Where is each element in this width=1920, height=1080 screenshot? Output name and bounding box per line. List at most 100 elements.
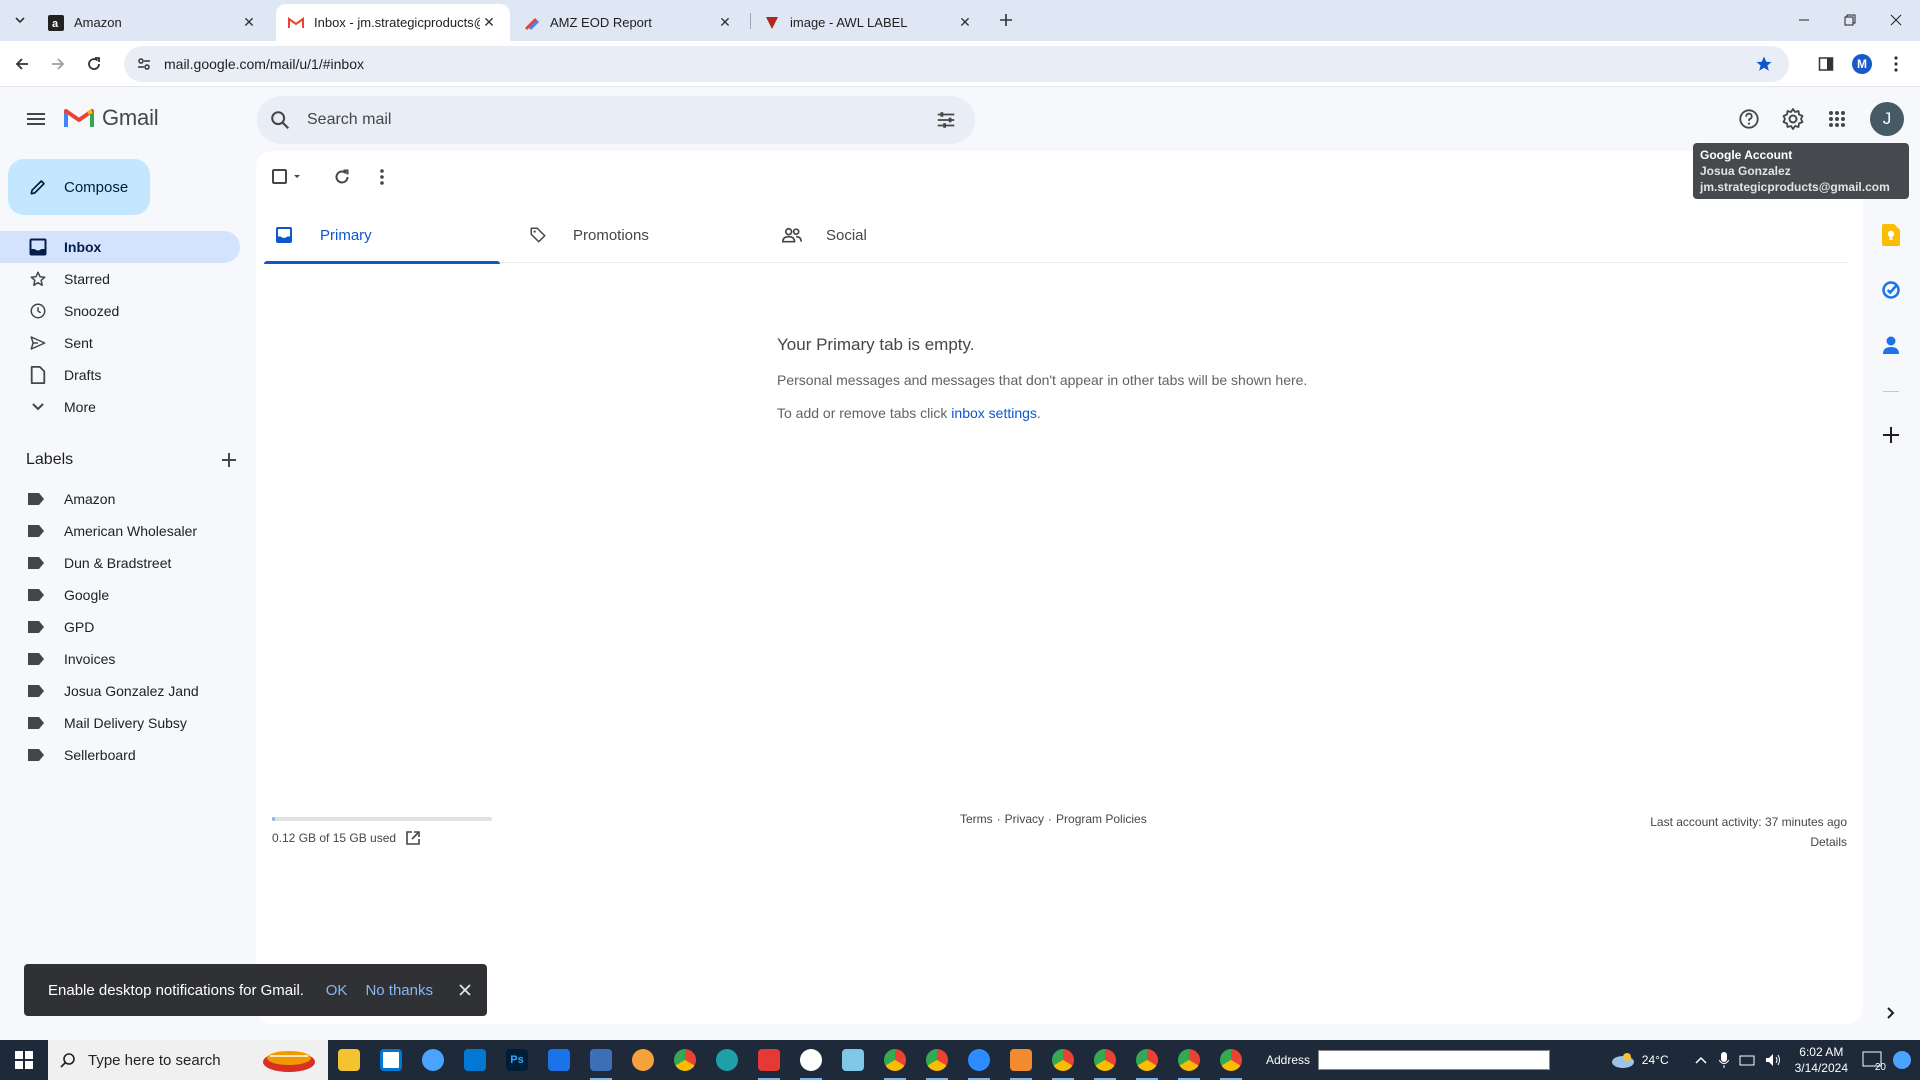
browser-tab-gmail[interactable]: Inbox - jm.strategicproducts@g ✕ [276, 4, 510, 41]
compose-button[interactable]: Compose [8, 159, 150, 215]
photoshop-icon[interactable]: Ps [496, 1040, 538, 1080]
nav-item-starred[interactable]: Starred [0, 263, 240, 295]
calculator-icon[interactable] [580, 1040, 622, 1080]
chrome-profile-4-icon[interactable] [1084, 1040, 1126, 1080]
label-item[interactable]: Sellerboard [0, 739, 240, 771]
close-tab-icon[interactable]: ✕ [716, 14, 734, 32]
chrome-profile-1-icon[interactable] [874, 1040, 916, 1080]
address-bar[interactable]: mail.google.com/mail/u/1/#inbox [124, 46, 1789, 82]
open-in-new-icon[interactable] [406, 831, 420, 845]
new-tab-button[interactable] [994, 8, 1018, 32]
select-all-checkbox[interactable] [266, 161, 310, 193]
browser-menu-button[interactable] [1882, 50, 1910, 78]
side-panel-button[interactable] [1812, 50, 1840, 78]
label-item[interactable]: Dun & Bradstreet [0, 547, 240, 579]
close-tab-icon[interactable]: ✕ [956, 14, 974, 32]
label-item[interactable]: GPD [0, 611, 240, 643]
more-actions-button[interactable] [366, 161, 398, 193]
google-apps-button[interactable] [1821, 103, 1853, 135]
address-input[interactable] [1318, 1050, 1551, 1070]
close-window-button[interactable] [1873, 0, 1919, 40]
tab-search-button[interactable] [8, 8, 32, 32]
refresh-button[interactable] [326, 161, 358, 193]
gmail-logo[interactable]: Gmail [64, 105, 159, 131]
tasks-icon[interactable] [1879, 278, 1903, 302]
get-addons-plus-icon[interactable] [1879, 423, 1903, 447]
terms-link[interactable]: Terms [960, 812, 993, 826]
weather-cloud-icon[interactable] [1610, 1051, 1636, 1069]
expand-panel-chevron-icon[interactable] [1879, 1001, 1903, 1025]
tab-primary[interactable]: Primary [264, 207, 500, 264]
search-options-icon[interactable] [935, 109, 959, 131]
reload-button[interactable] [80, 50, 108, 78]
chrome-icon[interactable] [664, 1040, 706, 1080]
chrome-profile-7-icon[interactable] [1210, 1040, 1252, 1080]
clock[interactable]: 6:02 AM 3/14/2024 [1795, 1044, 1848, 1076]
search-bar[interactable]: Search mail [257, 96, 975, 144]
program-policies-link[interactable]: Program Policies [1056, 812, 1147, 826]
tab-social[interactable]: Social [770, 207, 1006, 263]
support-button[interactable] [1733, 103, 1765, 135]
telegram-icon[interactable] [1000, 1040, 1042, 1080]
app-red-icon[interactable] [748, 1040, 790, 1080]
label-item[interactable]: American Wholesaler [0, 515, 240, 547]
chrome-profile-6-icon[interactable] [1168, 1040, 1210, 1080]
nav-item-sent[interactable]: Sent [0, 327, 240, 359]
label-item[interactable]: Invoices [0, 643, 240, 675]
close-tab-icon[interactable]: ✕ [480, 14, 498, 32]
browser-tab-amazon[interactable]: a Amazon ✕ [36, 4, 270, 41]
bookmark-star-icon[interactable] [1755, 55, 1775, 73]
chrome-profile-2-icon[interactable] [916, 1040, 958, 1080]
microphone-icon[interactable] [1718, 1052, 1729, 1068]
search-icon[interactable] [269, 109, 293, 131]
copilot-tray-icon[interactable] [1892, 1050, 1912, 1070]
paint-icon[interactable] [622, 1040, 664, 1080]
forward-button[interactable] [44, 50, 72, 78]
start-button[interactable] [0, 1040, 48, 1080]
browser-tab-awl-label[interactable]: image - AWL LABEL ✕ [752, 4, 986, 41]
settings-button[interactable] [1777, 103, 1809, 135]
back-button[interactable] [8, 50, 36, 78]
label-item[interactable]: Josua Gonzalez Jand [0, 675, 240, 707]
slack-icon[interactable] [790, 1040, 832, 1080]
store-icon[interactable] [370, 1040, 412, 1080]
inbox-settings-link[interactable]: inbox settings [951, 405, 1037, 421]
notifications-icon[interactable]: 20 [1862, 1051, 1886, 1073]
keep-icon[interactable] [1879, 223, 1903, 247]
profile-button[interactable]: M [1848, 50, 1876, 78]
copilot-icon[interactable] [412, 1040, 454, 1080]
label-item[interactable]: Mail Delivery Subsy [0, 707, 240, 739]
chrome-profile-3-icon[interactable] [1042, 1040, 1084, 1080]
browser-tab-amz-eod[interactable]: AMZ EOD Report ✕ [512, 4, 746, 41]
tab-promotions[interactable]: Promotions [517, 207, 753, 263]
contacts-icon[interactable] [1879, 333, 1903, 357]
privacy-link[interactable]: Privacy [1005, 812, 1044, 826]
account-avatar[interactable]: J [1870, 102, 1904, 136]
close-tab-icon[interactable]: ✕ [240, 14, 258, 32]
notepad-icon[interactable] [832, 1040, 874, 1080]
mail-icon[interactable] [538, 1040, 580, 1080]
file-explorer-icon[interactable] [328, 1040, 370, 1080]
weather-temperature[interactable]: 24°C [1642, 1053, 1669, 1067]
restore-button[interactable] [1827, 0, 1873, 40]
nav-item-drafts[interactable]: Drafts [0, 359, 240, 391]
zoom-icon[interactable] [958, 1040, 1000, 1080]
nav-item-more[interactable]: More [0, 391, 240, 423]
edge-icon[interactable] [706, 1040, 748, 1080]
label-item[interactable]: Amazon [0, 483, 240, 515]
label-item[interactable]: Google [0, 579, 240, 611]
minimize-button[interactable] [1781, 0, 1827, 40]
tray-chevron-up-icon[interactable] [1695, 1056, 1707, 1064]
network-icon[interactable] [1739, 1053, 1755, 1067]
close-icon[interactable] [455, 984, 475, 996]
create-label-plus-icon[interactable] [222, 453, 236, 467]
search-input[interactable]: Search mail [307, 111, 935, 129]
nav-item-inbox[interactable]: Inbox [0, 231, 240, 263]
activity-details-link[interactable]: Details [1650, 832, 1847, 852]
snackbar-no-thanks-button[interactable]: No thanks [365, 982, 433, 999]
main-menu-button[interactable] [20, 103, 52, 135]
taskbar-search[interactable]: Type here to search [48, 1040, 328, 1080]
outlook-icon[interactable] [454, 1040, 496, 1080]
nav-item-snoozed[interactable]: Snoozed [0, 295, 240, 327]
volume-icon[interactable] [1765, 1053, 1781, 1067]
